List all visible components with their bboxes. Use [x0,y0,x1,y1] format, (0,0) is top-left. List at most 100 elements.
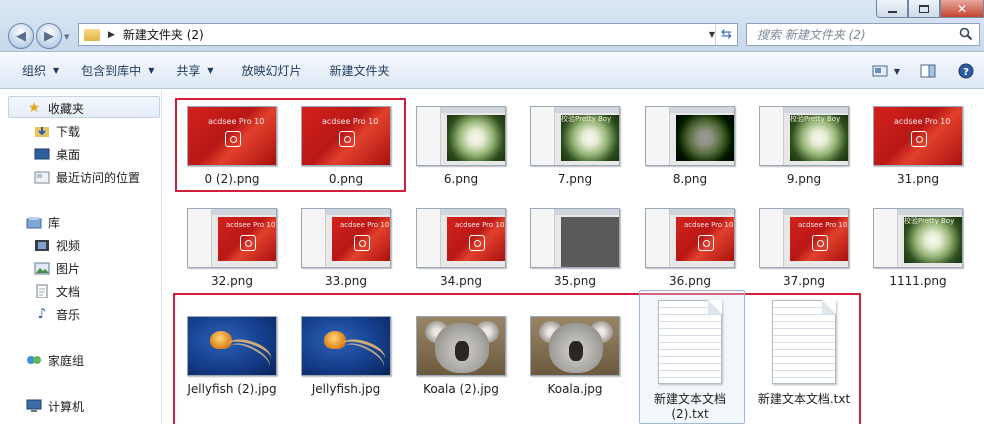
file-item[interactable]: acdsee Pro 10 36.png [635,208,745,289]
downloads-folder-icon [34,123,50,139]
search-icon[interactable] [959,27,973,41]
file-name: Koala.jpg [547,382,603,396]
sidebar-item-pictures[interactable]: 图片 [34,258,80,278]
file-thumbnail: acdsee Pro 10 [873,106,963,166]
file-item[interactable]: Koala (2).jpg [406,316,516,397]
thumbnail-caption: 校验Pretty Boy [561,115,612,123]
file-item[interactable]: acdsee Pro 10 37.png [749,208,859,289]
sidebar-item-label: 计算机 [48,399,85,414]
file-item[interactable]: acdsee Pro 10 31.png [863,106,973,187]
file-item[interactable]: acdsee Pro 10 32.png [177,208,287,289]
share-menu[interactable]: 共享 ▼ [168,53,227,88]
help-icon[interactable]: ? [958,63,974,79]
file-item[interactable]: 新建文本文档.txt [749,300,859,407]
file-item[interactable]: Koala.jpg [520,316,630,397]
dark-preview [561,217,619,267]
new-folder-button[interactable]: 新建文件夹 [316,53,404,88]
screenshot-sidebar [646,209,670,267]
file-item[interactable]: 校验Pretty Boy 1111.png [863,208,973,289]
sidebar-item-desktop[interactable]: 桌面 [34,144,80,164]
file-item[interactable]: Jellyfish (2).jpg [177,316,287,397]
file-item[interactable]: 新建文本文档 (2).txt [635,300,745,422]
file-item[interactable]: acdsee Pro 10 33.png [291,208,401,289]
camera-icon [225,131,241,147]
file-thumbnail [530,208,620,268]
sidebar-item-recent[interactable]: 最近访问的位置 [34,167,140,187]
thumbnail-caption: acdsee Pro 10 [322,117,379,126]
sidebar-item-homegroup[interactable]: 家庭组 [26,350,84,370]
camera-icon [354,235,370,251]
text-document-icon [772,300,836,384]
explorer-window: ✕ ◀ ▶ ▼ ▶ 新建文件夹 (2) ▼ ⇆ 搜索 新建文件夹 (2) 组织 … [0,0,984,424]
file-item[interactable]: 35.png [520,208,630,289]
camera-icon [469,235,485,251]
file-item[interactable]: Jellyfish.jpg [291,316,401,397]
file-item[interactable]: 校验Pretty Boy 9.png [749,106,859,187]
refresh-button[interactable]: ⇆ [715,24,737,45]
preview-pane-icon[interactable] [920,64,936,78]
sidebar-item-favorites[interactable]: ★ 收藏夹 [26,98,84,118]
sidebar-item-label: 音乐 [56,307,81,322]
maximize-button[interactable] [908,0,940,18]
back-button[interactable]: ◀ [8,23,34,49]
share-label: 共享 [176,64,201,78]
thumbnail-caption: acdsee Pro 10 [208,117,265,126]
camera-icon [339,131,355,147]
file-thumbnail: acdsee Pro 10 [416,208,506,268]
flower-image [447,115,505,161]
search-input[interactable]: 搜索 新建文件夹 (2) [746,23,980,46]
file-name: 36.png [669,274,711,288]
sidebar-item-label: 最近访问的位置 [56,170,141,185]
file-item[interactable]: acdsee Pro 10 0 (2).png [177,106,287,187]
slideshow-button[interactable]: 放映幻灯片 [228,53,316,88]
file-thumbnail: 校验Pretty Boy [873,208,963,268]
sidebar-item-label: 图片 [56,261,81,276]
organize-menu[interactable]: 组织 ▼ [0,53,73,88]
sidebar-item-documents[interactable]: 文档 [34,281,80,301]
file-item[interactable]: acdsee Pro 10 34.png [406,208,516,289]
forward-button[interactable]: ▶ [36,23,62,49]
file-name: 0 (2).png [204,172,260,186]
file-item[interactable]: 6.png [406,106,516,187]
include-library-menu[interactable]: 包含到库中 ▼ [73,53,168,88]
sidebar-item-label: 桌面 [56,147,81,162]
minimize-icon [887,10,897,13]
change-view-icon[interactable] [872,64,888,78]
address-bar[interactable]: ▶ 新建文件夹 (2) ▼ ⇆ [78,23,738,46]
sidebar-item-libraries[interactable]: 库 [26,212,60,232]
file-thumbnail [645,106,735,166]
recent-pages-dropdown[interactable]: ▼ [64,33,69,41]
close-button[interactable]: ✕ [940,0,984,18]
camera-icon [911,131,927,147]
screenshot-sidebar [874,209,898,267]
file-name: 0.png [328,172,364,186]
thumbnail-caption: 校验Pretty Boy [904,217,955,225]
breadcrumb-current[interactable]: 新建文件夹 (2) [123,26,204,43]
acdsee-preview: acdsee Pro 10 [447,217,505,261]
thumbnail-caption: 校验Pretty Boy [790,115,841,123]
svg-text:?: ? [963,67,969,78]
file-name: 1111.png [889,274,947,288]
file-item[interactable]: 校验Pretty Boy 7.png [520,106,630,187]
file-item[interactable]: acdsee Pro 10 0.png [291,106,401,187]
maximize-icon [919,4,929,13]
sidebar-item-downloads[interactable]: 下载 [34,121,80,141]
file-item[interactable]: 8.png [635,106,745,187]
screenshot-sidebar [646,107,670,165]
koala-nose [569,341,583,361]
sidebar-item-videos[interactable]: 视频 [34,235,80,255]
organize-label: 组织 [22,64,47,78]
screenshot-sidebar [760,209,784,267]
desktop-icon [34,146,50,162]
breadcrumb-arrow-icon[interactable]: ▶ [108,30,115,40]
sidebar-item-computer[interactable]: 计算机 [26,396,84,416]
file-name: 33.png [325,274,367,288]
screenshot-sidebar [531,107,555,165]
acdsee-preview: acdsee Pro 10 [676,217,734,261]
search-placeholder: 搜索 新建文件夹 (2) [757,28,866,42]
sidebar-item-music[interactable]: ♪ 音乐 [34,304,80,324]
minimize-button[interactable] [876,0,908,18]
sidebar-item-label: 库 [48,215,61,230]
view-dropdown-icon[interactable]: ▼ [894,67,900,76]
file-thumbnail: acdsee Pro 10 [759,208,849,268]
